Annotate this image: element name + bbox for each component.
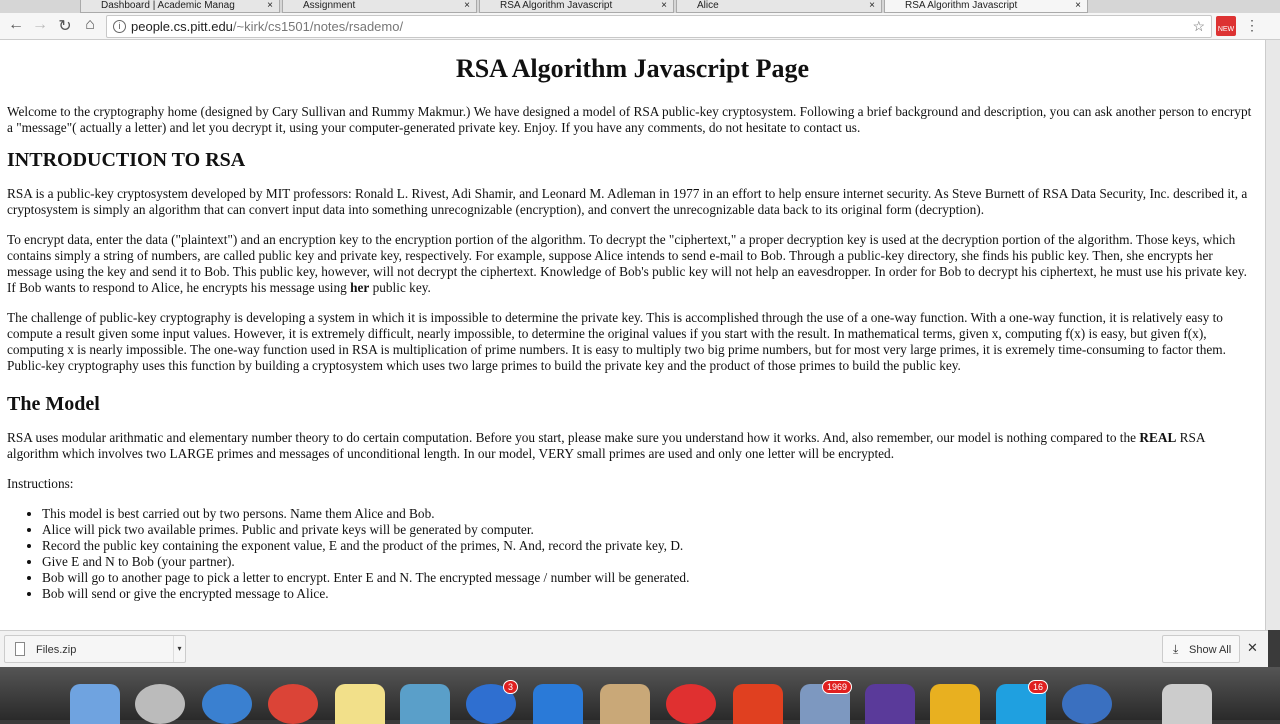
close-icon[interactable]: × <box>869 0 875 12</box>
menu-icon[interactable]: ⋮ <box>1245 17 1259 34</box>
page-title: RSA Algorithm Javascript Page <box>455 54 810 83</box>
safari-icon[interactable] <box>202 684 252 724</box>
list-item: This model is best carried out by two pe… <box>42 506 1258 522</box>
tab-label: RSA Algorithm Javascript <box>500 0 613 11</box>
text: public key. <box>369 280 431 295</box>
word-icon[interactable] <box>533 684 583 724</box>
text: To encrypt data, enter the data ("plaint… <box>7 232 1247 295</box>
show-all-button[interactable]: ⤓ Show All <box>1162 635 1240 663</box>
info-icon[interactable]: i <box>113 20 126 33</box>
intro-paragraph: Welcome to the cryptography home (design… <box>7 104 1252 135</box>
trash-icon[interactable] <box>1162 684 1212 724</box>
close-icon[interactable]: × <box>464 0 470 12</box>
utilities-icon[interactable] <box>600 684 650 724</box>
tab-rsa-1[interactable]: RSA Algorithm Javascript × <box>479 0 674 13</box>
scrollbar[interactable] <box>1265 40 1280 630</box>
bold-text: her <box>350 280 370 295</box>
chevron-down-icon[interactable]: ▾ <box>173 636 185 662</box>
heading-introduction: INTRODUCTION TO RSA <box>7 149 246 171</box>
instructions-label: Instructions: <box>7 476 74 491</box>
download-bar: Files.zip ▾ ⤓ Show All ✕ <box>0 630 1268 667</box>
download-icon: ⤓ <box>1173 642 1179 656</box>
itunes-icon[interactable] <box>666 684 716 724</box>
show-all-label: Show All <box>1189 644 1232 656</box>
close-icon[interactable]: × <box>267 0 273 12</box>
page-content: RSA Algorithm Javascript Page Welcome to… <box>0 40 1265 630</box>
address-bar[interactable]: i people.cs.pitt.edu/~kirk/cs1501/notes/… <box>106 15 1212 38</box>
forward-icon[interactable]: → <box>30 16 50 34</box>
browser-toolbar: ← → ↻ ⌂ i people.cs.pitt.edu/~kirk/cs150… <box>0 13 1280 40</box>
list-item: Bob will send or give the encrypted mess… <box>42 586 1258 602</box>
app-store-icon[interactable]: 3 <box>466 680 518 724</box>
tab-label: Alice <box>697 0 719 11</box>
paragraph-model: RSA uses modular arithmatic and elementa… <box>7 430 1258 462</box>
tab-label: RSA Algorithm Javascript <box>905 0 1018 11</box>
heading-model: The Model <box>7 393 100 415</box>
skype-icon[interactable]: 16 <box>996 680 1048 724</box>
text: RSA uses modular arithmatic and elementa… <box>7 430 1140 445</box>
tab-dashboard[interactable]: Dashboard | Academic Manag × <box>80 0 280 13</box>
instructions-list: This model is best carried out by two pe… <box>42 506 1258 602</box>
tab-assignment[interactable]: Assignment × <box>282 0 477 13</box>
app-icon[interactable] <box>1062 684 1112 724</box>
extension-icon[interactable]: NEW <box>1216 16 1236 36</box>
url-path: /~kirk/cs1501/notes/rsademo/ <box>232 19 404 34</box>
badge: 1969 <box>821 680 852 694</box>
photos-icon[interactable] <box>400 684 450 724</box>
download-filename: Files.zip <box>36 644 77 656</box>
close-icon[interactable]: × <box>1075 0 1081 12</box>
close-icon[interactable]: ✕ <box>1247 640 1258 656</box>
app-icon[interactable] <box>930 684 980 724</box>
bold-text: REAL <box>1139 430 1177 445</box>
download-item[interactable]: Files.zip ▾ <box>4 635 186 663</box>
tab-label: Dashboard | Academic Manag <box>101 0 235 11</box>
file-icon <box>15 642 25 656</box>
launchpad-icon[interactable] <box>135 684 185 724</box>
bookmark-star-icon[interactable]: ☆ <box>1192 18 1205 35</box>
back-icon[interactable]: ← <box>6 16 26 34</box>
list-item: Record the public key containing the exp… <box>42 538 1258 554</box>
badge: 16 <box>1027 680 1048 694</box>
tab-alice[interactable]: Alice × <box>676 0 882 13</box>
close-icon[interactable]: × <box>661 0 667 12</box>
paragraph-encrypt: To encrypt data, enter the data ("plaint… <box>7 232 1258 296</box>
list-item: Alice will pick two available primes. Pu… <box>42 522 1258 538</box>
list-item: Give E and N to Bob (your partner). <box>42 554 1258 570</box>
tab-label: Assignment <box>303 0 356 11</box>
mail-icon[interactable]: 1969 <box>800 680 852 724</box>
list-item: Bob will go to another page to pick a le… <box>42 570 1258 586</box>
chrome-icon[interactable] <box>268 684 318 724</box>
tab-strip: Dashboard | Academic Manag × Assignment × … <box>0 0 1280 13</box>
home-icon[interactable]: ⌂ <box>80 16 100 34</box>
badge: 3 <box>502 680 518 694</box>
paragraph-challenge: The challenge of public-key cryptography… <box>7 310 1226 373</box>
reload-icon[interactable]: ↻ <box>55 16 75 36</box>
notes-icon[interactable] <box>335 684 385 724</box>
paragraph-rsa-history: RSA is a public-key cryptosystem develop… <box>7 186 1248 217</box>
tab-rsa-active[interactable]: RSA Algorithm Javascript × <box>884 0 1088 13</box>
url-host: people.cs.pitt.edu <box>131 19 233 34</box>
finder-icon[interactable] <box>70 684 120 724</box>
imovie-icon[interactable] <box>865 684 915 724</box>
app-icon[interactable] <box>733 684 783 724</box>
dock: 3 1969 16 <box>0 667 1280 724</box>
extension-badge: NEW <box>1217 26 1235 33</box>
